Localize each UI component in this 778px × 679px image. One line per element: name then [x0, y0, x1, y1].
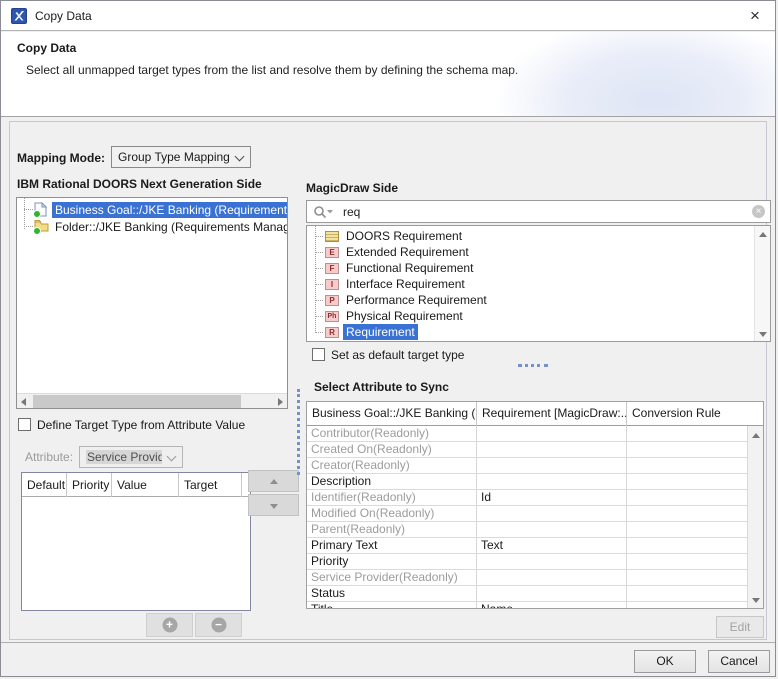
- move-down-button[interactable]: [248, 494, 299, 516]
- arrow-up-icon: [270, 479, 278, 484]
- close-icon[interactable]: ×: [743, 5, 767, 27]
- cancel-button[interactable]: Cancel: [708, 650, 770, 673]
- dialog-banner: Copy Data Select all unmapped target typ…: [1, 32, 775, 117]
- list-item-functional-requirement[interactable]: F Functional Requirement: [307, 260, 737, 276]
- title-bar: Copy Data ×: [1, 1, 775, 31]
- list-item-performance-requirement[interactable]: P Performance Requirement: [307, 292, 737, 308]
- tree-horizontal-scrollbar[interactable]: [17, 393, 287, 408]
- col-target-attribute: Requirement [MagicDraw:...: [477, 402, 627, 426]
- doors-tree-panel: Business Goal::/JKE Banking (Requirement…: [16, 197, 288, 409]
- document-with-status-icon: [34, 202, 50, 217]
- search-input[interactable]: [343, 201, 733, 222]
- define-target-type-checkbox[interactable]: [18, 418, 31, 431]
- folder-with-status-icon: [34, 219, 50, 234]
- search-icon[interactable]: [313, 205, 335, 219]
- table-row[interactable]: Status: [307, 586, 747, 602]
- table-row[interactable]: Description: [307, 474, 747, 490]
- requirement-badge-icon: I: [325, 279, 339, 290]
- table-row[interactable]: Contributor(Readonly): [307, 426, 747, 442]
- minus-icon: −: [211, 618, 226, 633]
- type-search-field[interactable]: ×: [306, 200, 771, 223]
- plus-icon: +: [162, 618, 177, 633]
- table-row[interactable]: Service Provider(Readonly): [307, 570, 747, 586]
- mapping-mode-value: Group Type Mapping: [118, 150, 230, 164]
- status-dot-icon: [33, 210, 41, 218]
- vertical-splitter-handle[interactable]: [297, 389, 300, 475]
- list-vertical-scrollbar[interactable]: [754, 226, 770, 341]
- attribute-value: Service Provider: [86, 450, 162, 464]
- value-mapping-table: Default Priority Value Target: [21, 472, 251, 611]
- value-table-header: Default Priority Value Target: [22, 473, 250, 497]
- magicdraw-app-icon: [11, 8, 27, 24]
- horizontal-splitter-handle[interactable]: [518, 364, 548, 367]
- scroll-right-icon[interactable]: [272, 394, 287, 409]
- chevron-down-icon: [235, 152, 245, 162]
- requirement-badge-icon: P: [325, 295, 339, 306]
- clear-search-icon[interactable]: ×: [752, 205, 765, 218]
- scroll-up-icon[interactable]: [749, 428, 763, 442]
- scroll-down-icon[interactable]: [756, 326, 770, 340]
- list-item-requirement[interactable]: R Requirement: [307, 324, 737, 340]
- copy-data-dialog: Copy Data × Copy Data Select all unmappe…: [0, 0, 776, 677]
- magicdraw-type-list: DOORS Requirement E Extended Requirement…: [306, 225, 771, 342]
- attribute-select[interactable]: Service Provider: [79, 446, 183, 468]
- sync-table-scrollbar[interactable]: [747, 426, 763, 608]
- col-conversion-rule: Conversion Rule: [627, 402, 748, 426]
- requirement-badge-icon: R: [325, 327, 339, 338]
- mapping-mode-label: Mapping Mode:: [17, 151, 105, 165]
- set-default-target-checkbox[interactable]: [312, 348, 325, 361]
- sync-section-header: Select Attribute to Sync: [314, 380, 449, 394]
- tree-item-label: Folder::/JKE Banking (Requirements Manag…: [52, 219, 288, 235]
- requirement-badge-icon: E: [325, 247, 339, 258]
- requirement-badge-icon: Ph: [325, 311, 339, 322]
- table-row[interactable]: TitleName: [307, 602, 747, 608]
- add-value-button[interactable]: +: [146, 613, 193, 637]
- list-item-extended-requirement[interactable]: E Extended Requirement: [307, 244, 737, 260]
- tree-item-folder[interactable]: Folder::/JKE Banking (Requirements Manag…: [17, 218, 288, 235]
- table-row[interactable]: Parent(Readonly): [307, 522, 747, 538]
- table-row[interactable]: Primary TextText: [307, 538, 747, 554]
- mapping-mode-select[interactable]: Group Type Mapping: [111, 146, 251, 168]
- table-row[interactable]: Modified On(Readonly): [307, 506, 747, 522]
- sync-table-header: Business Goal::/JKE Banking (R... Requir…: [307, 402, 763, 426]
- list-item-physical-requirement[interactable]: Ph Physical Requirement: [307, 308, 737, 324]
- scroll-left-icon[interactable]: [17, 394, 32, 409]
- col-default: Default: [22, 473, 67, 497]
- table-row[interactable]: Created On(Readonly): [307, 442, 747, 458]
- ok-button[interactable]: OK: [634, 650, 696, 673]
- scrollbar-thumb[interactable]: [33, 395, 241, 408]
- window-title: Copy Data: [35, 9, 92, 23]
- col-priority: Priority: [67, 473, 112, 497]
- arrow-down-icon: [270, 504, 278, 509]
- doors-requirement-icon: [325, 231, 339, 242]
- tree-item-label: Business Goal::/JKE Banking (Requirement…: [52, 202, 288, 218]
- move-up-button[interactable]: [248, 470, 299, 492]
- table-row[interactable]: Priority: [307, 554, 747, 570]
- status-dot-icon: [33, 227, 41, 235]
- remove-value-button[interactable]: −: [195, 613, 242, 637]
- banner-title: Copy Data: [17, 41, 76, 55]
- col-target: Target: [179, 473, 242, 497]
- attribute-label: Attribute:: [25, 450, 73, 464]
- col-value: Value: [112, 473, 179, 497]
- define-target-type-label: Define Target Type from Attribute Value: [37, 418, 245, 432]
- doors-side-header: IBM Rational DOORS Next Generation Side: [17, 177, 262, 191]
- scroll-down-icon[interactable]: [749, 592, 763, 606]
- attribute-sync-table: Business Goal::/JKE Banking (R... Requir…: [306, 401, 764, 609]
- magicdraw-side-header: MagicDraw Side: [306, 181, 398, 195]
- banner-description: Select all unmapped target types from th…: [26, 63, 518, 77]
- sync-table-body: Contributor(Readonly) Created On(Readonl…: [307, 426, 747, 608]
- col-source-attribute: Business Goal::/JKE Banking (R...: [307, 402, 477, 426]
- requirement-badge-icon: F: [325, 263, 339, 274]
- tree-item-business-goal[interactable]: Business Goal::/JKE Banking (Requirement…: [17, 201, 288, 218]
- table-row[interactable]: Identifier(Readonly)Id: [307, 490, 747, 506]
- set-default-target-label: Set as default target type: [331, 348, 464, 362]
- list-item-interface-requirement[interactable]: I Interface Requirement: [307, 276, 737, 292]
- scroll-up-icon[interactable]: [756, 227, 770, 241]
- edit-button[interactable]: Edit: [716, 616, 764, 638]
- table-row[interactable]: Creator(Readonly): [307, 458, 747, 474]
- chevron-down-icon: [167, 452, 177, 462]
- list-item-doors-requirement[interactable]: DOORS Requirement: [307, 228, 737, 244]
